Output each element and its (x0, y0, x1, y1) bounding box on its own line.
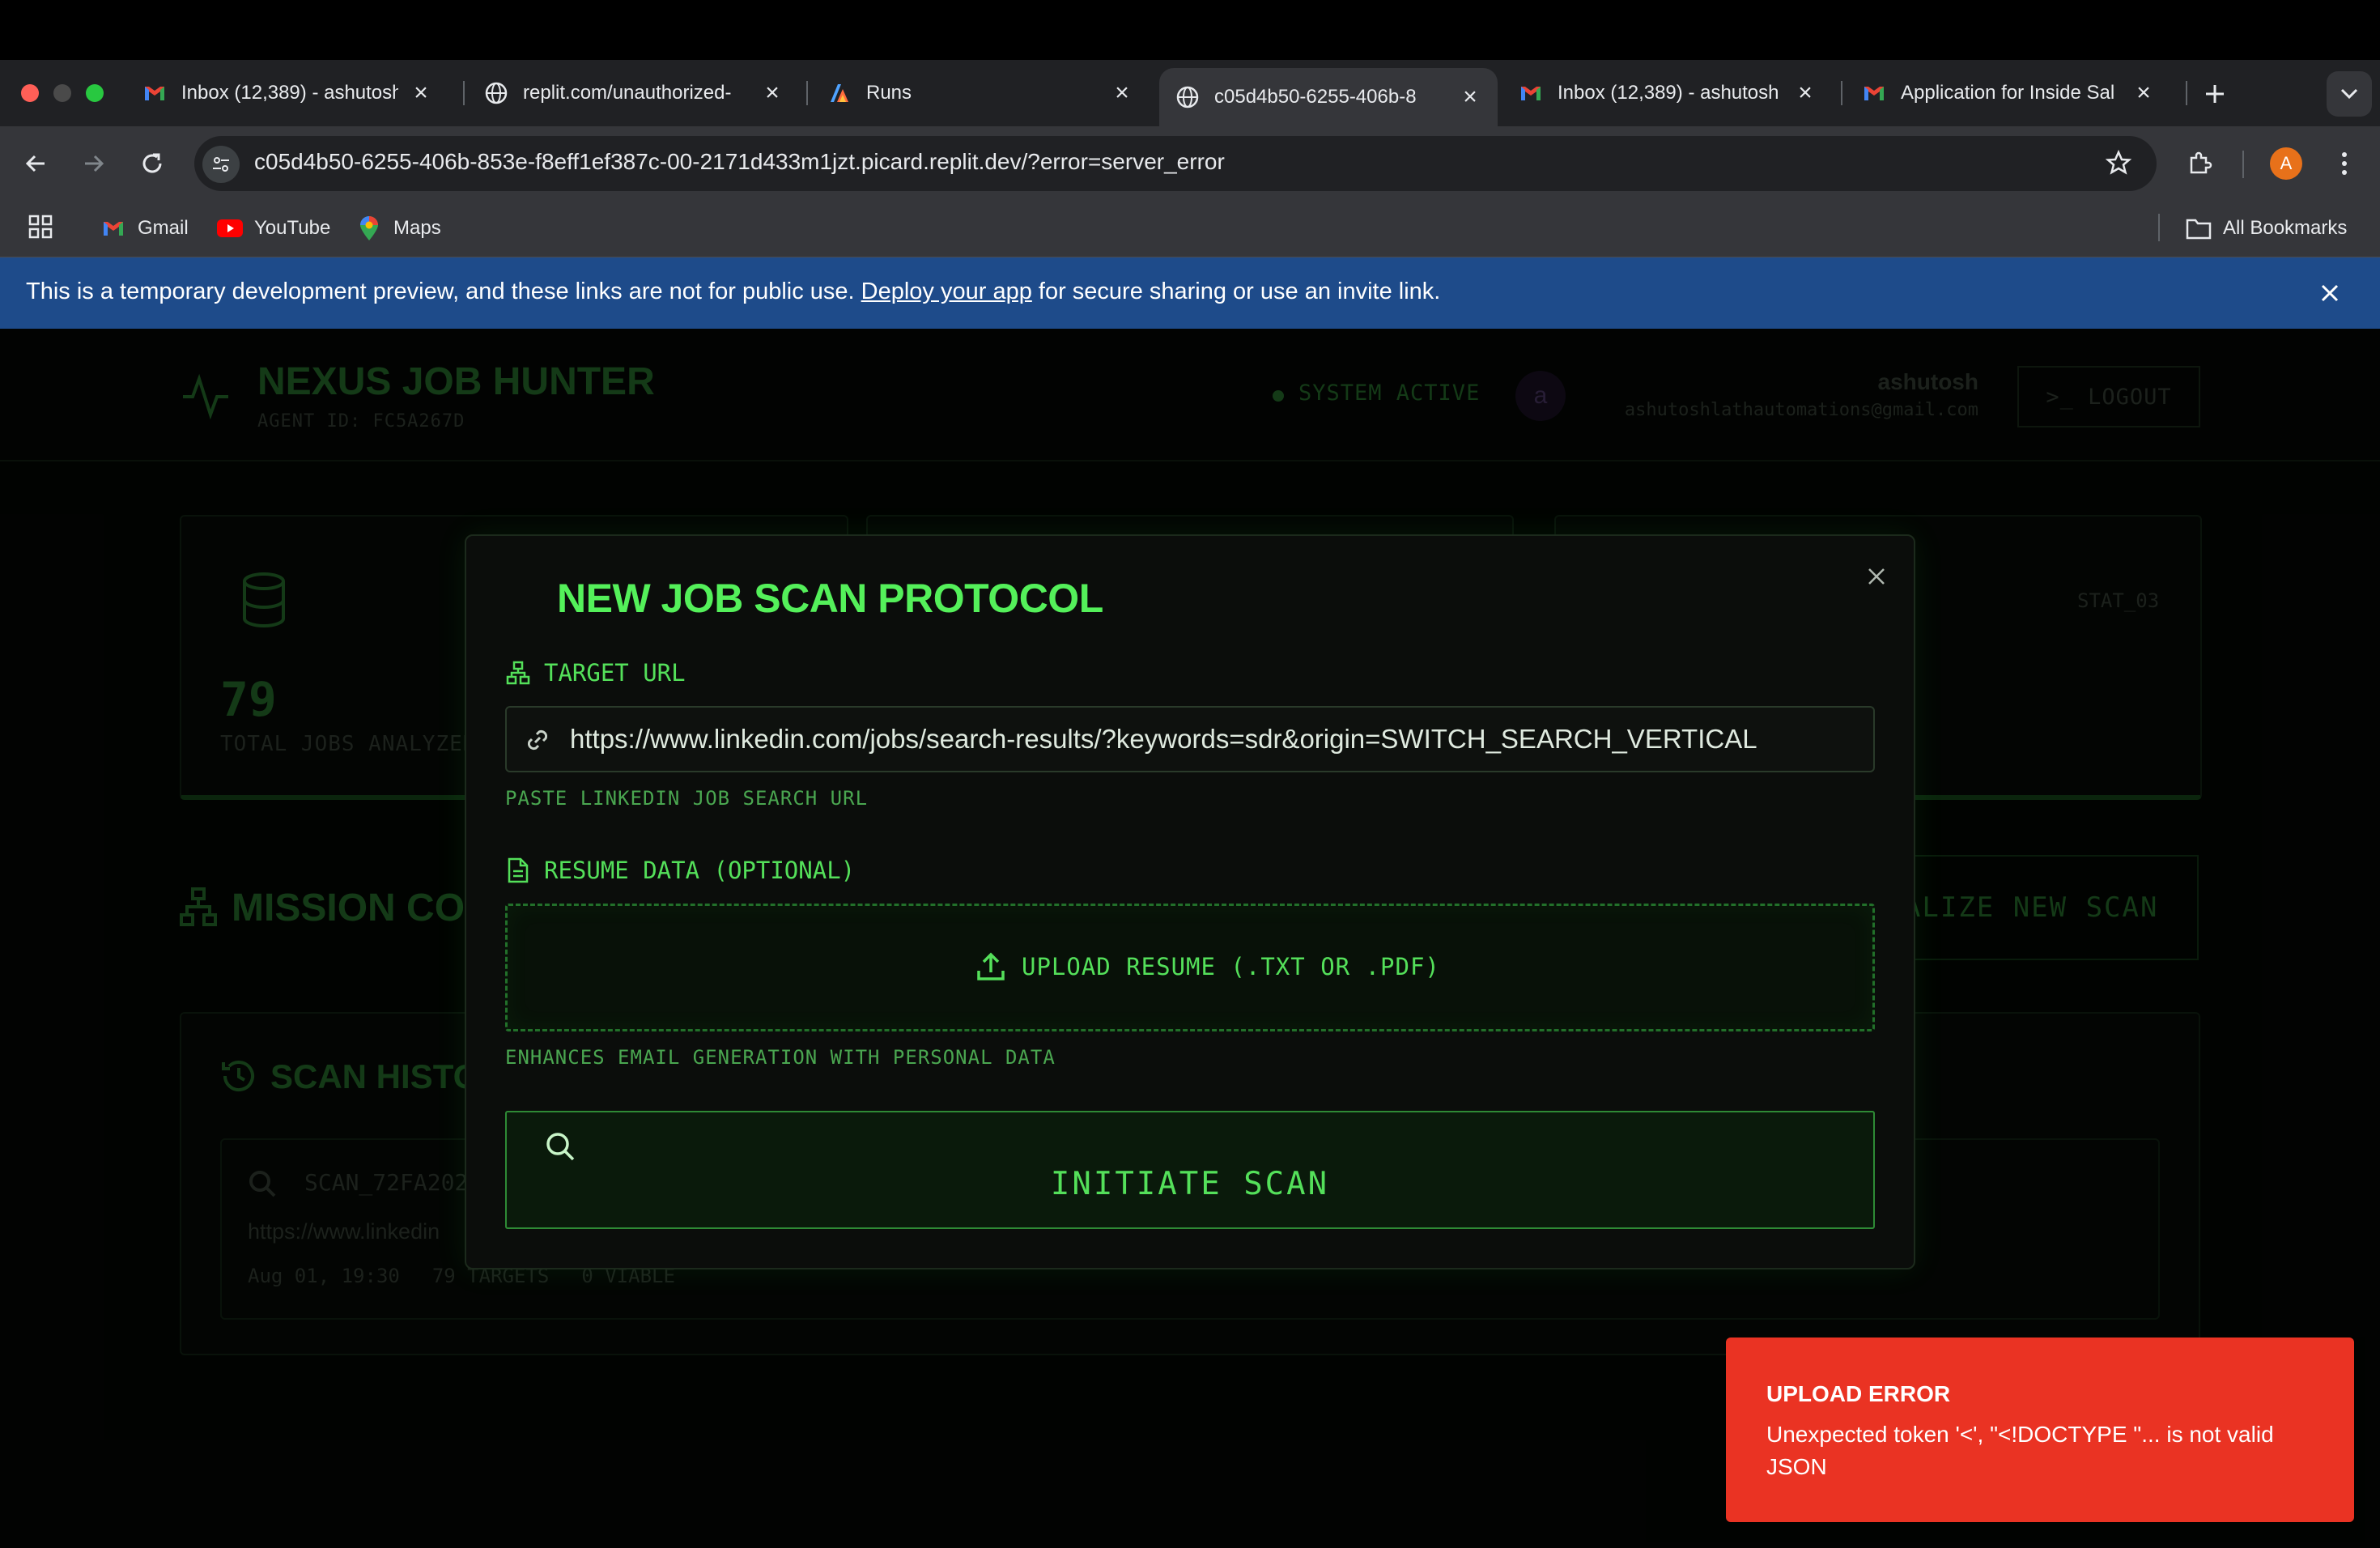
initiate-scan-label: INITIATE SCAN (1050, 1166, 1330, 1202)
resume-label-text: RESUME DATA (OPTIONAL) (544, 857, 856, 884)
target-url-label: TARGET URL (505, 659, 686, 687)
tab-inbox-2[interactable]: Inbox (12,389) - ashutosh × (1502, 70, 1833, 117)
tune-icon (213, 157, 229, 172)
back-button[interactable] (15, 142, 57, 185)
search-icon (544, 1130, 576, 1163)
bookmark-label: YouTube (254, 217, 331, 239)
banner-text-before: This is a temporary development preview,… (26, 279, 861, 304)
banner-text-after: for secure sharing or use an invite link… (1031, 279, 1441, 304)
bookmark-maps[interactable]: Maps (356, 212, 441, 245)
resume-hint: ENHANCES EMAIL GENERATION WITH PERSONAL … (505, 1046, 1056, 1069)
toolbar-divider (2242, 151, 2244, 178)
folder-icon (2186, 215, 2212, 241)
all-bookmarks-button[interactable]: All Bookmarks (2186, 212, 2347, 245)
close-tab-icon[interactable]: × (761, 79, 784, 106)
bookmark-youtube[interactable]: YouTube (217, 212, 330, 245)
tab-separator (806, 81, 808, 105)
tab-title: replit.com/unauthorized- (523, 82, 732, 104)
close-icon (2321, 284, 2339, 302)
bookmark-label: Maps (393, 217, 441, 239)
youtube-icon (217, 215, 243, 241)
plus-icon (2206, 85, 2224, 103)
tab-separator (463, 81, 465, 105)
close-tab-icon[interactable]: × (1459, 83, 1481, 110)
close-tab-icon[interactable]: × (2132, 79, 2155, 106)
tab-separator (2186, 81, 2187, 105)
tab-title: Inbox (12,389) - ashutosh (1558, 82, 1779, 104)
tab-replit-preview[interactable]: c05d4b50-6255-406b-8 × (1159, 68, 1498, 126)
upload-icon (975, 950, 1007, 983)
apps-grid-icon (28, 215, 53, 239)
bookmark-label: Gmail (138, 217, 189, 239)
tab-title: Runs (866, 82, 912, 104)
deploy-app-link[interactable]: Deploy your app (861, 279, 1032, 304)
globe-icon (1175, 85, 1200, 109)
all-bookmarks-label: All Bookmarks (2223, 217, 2348, 239)
modal-close-button[interactable] (1862, 562, 1891, 591)
close-tab-icon[interactable]: × (1111, 79, 1133, 106)
profile-avatar[interactable]: A (2270, 147, 2302, 180)
tab-application[interactable]: Application for Inside Sal × (1846, 70, 2171, 117)
reload-icon (142, 153, 162, 173)
tab-search-button[interactable] (2327, 71, 2372, 117)
gmail-icon (100, 215, 126, 241)
close-tab-icon[interactable]: × (410, 79, 432, 106)
gmail-icon (142, 81, 167, 105)
tab-separator (1841, 81, 1842, 105)
close-icon (1868, 568, 1885, 585)
toast-title: UPLOAD ERROR (1766, 1381, 1951, 1406)
forward-button[interactable] (73, 142, 115, 185)
close-window-button[interactable] (21, 84, 39, 102)
tab-title: c05d4b50-6255-406b-8 (1214, 86, 1417, 108)
maximize-window-button[interactable] (86, 84, 104, 102)
tab-replit-unauthorized[interactable]: replit.com/unauthorized- × (468, 70, 800, 117)
puzzle-icon (2190, 151, 2212, 174)
modal-title: NEW JOB SCAN PROTOCOL (557, 576, 1103, 621)
network-icon (505, 660, 531, 686)
extensions-button[interactable] (2182, 146, 2216, 180)
banner-close-button[interactable] (2317, 280, 2343, 306)
banner-text: This is a temporary development preview,… (26, 279, 1440, 305)
gmail-icon (1519, 81, 1543, 105)
browser-menu-button[interactable] (2328, 146, 2361, 181)
close-tab-icon[interactable]: × (1794, 79, 1817, 106)
bookmarks-divider (2158, 214, 2160, 241)
arrow-left-icon (25, 155, 45, 172)
site-info-button[interactable] (202, 146, 240, 183)
tab-title: Application for Inside Sal (1901, 82, 2115, 104)
link-icon (523, 725, 552, 755)
target-url-label-text: TARGET URL (544, 659, 686, 687)
url-hint: PASTE LINKEDIN JOB SEARCH URL (505, 787, 869, 810)
chevron-down-icon (2340, 88, 2358, 100)
gmail-icon (1862, 81, 1886, 105)
minimize-window-button[interactable] (53, 84, 71, 102)
target-url-input[interactable] (570, 712, 1857, 766)
globe-icon (484, 81, 508, 105)
tab-runs[interactable]: Runs × (811, 70, 1150, 117)
resume-label: RESUME DATA (OPTIONAL) (505, 857, 855, 884)
apps-grid-button[interactable] (28, 214, 55, 241)
new-tab-button[interactable] (2199, 78, 2231, 110)
url-text[interactable]: c05d4b50-6255-406b-853e-f8eff1ef387c-00-… (254, 149, 1225, 175)
more-vertical-icon (2342, 152, 2347, 175)
toast-message: Unexpected token '<', "<!DOCTYPE "... is… (1766, 1422, 2274, 1479)
tab-title: Inbox (12,389) - ashutosh (181, 82, 398, 104)
reload-button[interactable] (131, 142, 173, 185)
upload-resume-button[interactable]: UPLOAD RESUME (.TXT OR .PDF) (975, 950, 1440, 983)
maps-icon (356, 215, 382, 241)
upload-resume-label: UPLOAD RESUME (.TXT OR .PDF) (1022, 953, 1440, 980)
bookmark-star-button[interactable] (2102, 146, 2136, 180)
runs-icon (827, 81, 852, 105)
document-icon (505, 857, 531, 883)
tab-inbox-1[interactable]: Inbox (12,389) - ashutosh × (126, 70, 448, 117)
bookmark-gmail[interactable]: Gmail (100, 212, 189, 245)
star-icon (2106, 150, 2131, 175)
arrow-right-icon (85, 155, 104, 172)
window-top-bar (0, 0, 2380, 60)
